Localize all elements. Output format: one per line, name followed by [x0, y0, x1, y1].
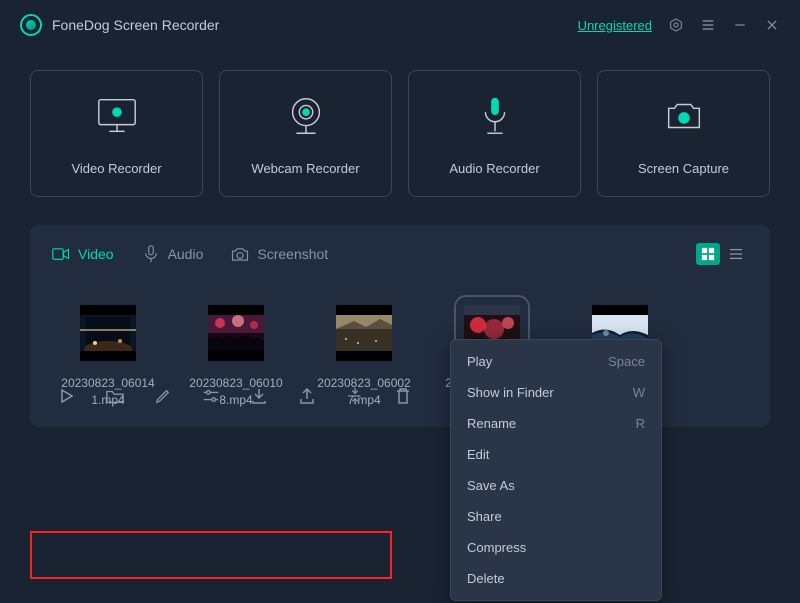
header-right: Unregistered	[578, 17, 780, 33]
ctx-rename[interactable]: RenameR	[451, 408, 661, 439]
title-bar: FoneDog Screen Recorder Unregistered	[0, 0, 800, 50]
tab-video[interactable]: Video	[52, 245, 114, 263]
video-icon	[52, 245, 70, 263]
tab-label: Video	[78, 246, 114, 262]
share-icon[interactable]	[298, 387, 316, 405]
mode-label: Audio Recorder	[449, 161, 539, 176]
webcam-icon	[283, 95, 329, 137]
mode-selector: Video Recorder Webcam Recorder Audio Rec…	[0, 50, 800, 213]
thumbnail-image	[208, 305, 264, 361]
ctx-compress[interactable]: Compress	[451, 532, 661, 563]
monitor-icon	[94, 95, 140, 137]
grid-view-button[interactable]	[696, 243, 720, 265]
camera-icon	[661, 95, 707, 137]
settings-icon[interactable]	[668, 17, 684, 33]
tab-label: Audio	[168, 246, 204, 262]
ctx-save-as[interactable]: Save As	[451, 470, 661, 501]
adjust-icon[interactable]	[202, 387, 220, 405]
minimize-icon[interactable]	[732, 17, 748, 33]
thumbnail-image	[336, 305, 392, 361]
ctx-edit[interactable]: Edit	[451, 439, 661, 470]
mode-video-recorder[interactable]: Video Recorder	[30, 70, 203, 197]
folder-icon[interactable]	[106, 387, 124, 405]
mode-audio-recorder[interactable]: Audio Recorder	[408, 70, 581, 197]
edit-icon[interactable]	[154, 387, 172, 405]
ctx-delete[interactable]: Delete	[451, 563, 661, 594]
play-icon[interactable]	[58, 387, 76, 405]
header-left: FoneDog Screen Recorder	[20, 14, 219, 36]
tab-label: Screenshot	[257, 246, 328, 262]
action-toolbar	[42, 375, 428, 417]
tab-screenshot[interactable]: Screenshot	[231, 245, 328, 263]
ctx-play[interactable]: PlaySpace	[451, 346, 661, 377]
mode-screen-capture[interactable]: Screen Capture	[597, 70, 770, 197]
annotation-highlight	[30, 531, 392, 579]
mode-label: Video Recorder	[71, 161, 161, 176]
thumbnail-image	[80, 305, 136, 361]
view-toggle	[696, 243, 748, 265]
ctx-show-in-finder[interactable]: Show in FinderW	[451, 377, 661, 408]
library-panel: Video Audio Screenshot	[30, 225, 770, 427]
download-icon[interactable]	[250, 387, 268, 405]
mode-label: Screen Capture	[638, 161, 729, 176]
close-icon[interactable]	[764, 17, 780, 33]
mode-label: Webcam Recorder	[251, 161, 359, 176]
compress-icon[interactable]	[346, 387, 364, 405]
audio-icon	[142, 245, 160, 263]
menu-icon[interactable]	[700, 17, 716, 33]
mode-webcam-recorder[interactable]: Webcam Recorder	[219, 70, 392, 197]
app-title: FoneDog Screen Recorder	[52, 17, 219, 33]
trash-icon[interactable]	[394, 387, 412, 405]
microphone-icon	[472, 95, 518, 137]
tab-audio[interactable]: Audio	[142, 245, 204, 263]
screenshot-icon	[231, 245, 249, 263]
list-view-button[interactable]	[724, 243, 748, 265]
app-logo	[20, 14, 42, 36]
unregistered-link[interactable]: Unregistered	[578, 18, 652, 33]
library-tabs: Video Audio Screenshot	[52, 243, 748, 265]
context-menu: PlaySpace Show in FinderW RenameR Edit S…	[450, 339, 662, 601]
ctx-share[interactable]: Share	[451, 501, 661, 532]
